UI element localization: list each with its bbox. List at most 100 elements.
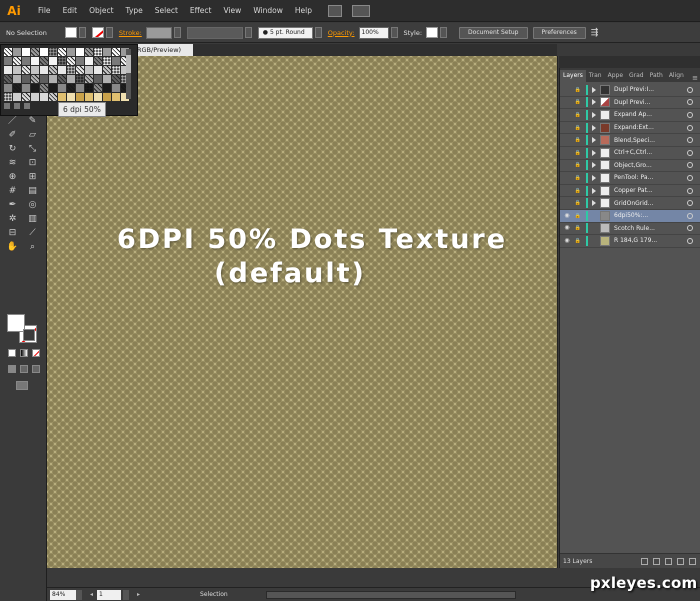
target-circle-icon[interactable]: [687, 99, 693, 106]
expand-triangle-icon[interactable]: [592, 137, 596, 144]
stroke-dropdown[interactable]: [105, 27, 113, 38]
swatch-item[interactable]: [31, 75, 39, 83]
layer-row[interactable]: 🔒 PenTool: Pa...: [560, 172, 700, 185]
swatch-item[interactable]: [49, 57, 57, 65]
expand-triangle-icon[interactable]: [592, 149, 596, 156]
swatch-item[interactable]: [22, 75, 30, 83]
width-tool-icon[interactable]: ≋: [6, 158, 19, 169]
lock-icon[interactable]: 🔒: [574, 224, 582, 232]
zoom-field[interactable]: 84%: [50, 589, 76, 600]
rotate-tool-icon[interactable]: ↻: [6, 144, 19, 155]
swatch-item[interactable]: [22, 93, 30, 101]
trash-icon[interactable]: [689, 557, 696, 565]
swatch-item[interactable]: [49, 75, 57, 83]
menu-type[interactable]: Type: [120, 0, 149, 22]
perspective-grid-tool-icon[interactable]: ⊞: [26, 172, 39, 183]
swatch-item[interactable]: [4, 75, 12, 83]
swatch-item[interactable]: [13, 93, 21, 101]
stroke-weight-field[interactable]: [145, 26, 172, 39]
swatch-item[interactable]: [40, 57, 48, 65]
lock-icon[interactable]: 🔒: [574, 124, 582, 132]
layer-row[interactable]: 🔒 Blend,Speci...: [560, 134, 700, 147]
expand-triangle-icon[interactable]: [592, 124, 596, 131]
swatch-item[interactable]: [76, 57, 84, 65]
document-tab[interactable]: RGB/Preview): [133, 44, 193, 56]
expand-triangle-icon[interactable]: [592, 86, 596, 93]
artboard-number-field[interactable]: 1: [97, 589, 122, 600]
swatch-item[interactable]: [40, 75, 48, 83]
swatch-item[interactable]: [22, 66, 30, 74]
swatch-item[interactable]: [40, 66, 48, 74]
visibility-eye-icon[interactable]: [563, 86, 571, 94]
lock-icon[interactable]: 🔒: [574, 98, 582, 106]
target-circle-icon[interactable]: [687, 137, 693, 144]
color-icon[interactable]: [8, 349, 16, 357]
swatch-item[interactable]: [4, 57, 12, 65]
layer-row[interactable]: 🔒 Dupl Previ:I...: [560, 84, 700, 97]
target-circle-icon[interactable]: [687, 225, 693, 232]
swatch-item[interactable]: [67, 48, 75, 56]
swatch-item[interactable]: [13, 75, 21, 83]
expand-triangle-icon[interactable]: [592, 213, 596, 219]
expand-triangle-icon[interactable]: [592, 99, 596, 106]
fill-dropdown[interactable]: [78, 27, 86, 38]
visibility-eye-icon[interactable]: ◉: [563, 212, 571, 220]
layer-row[interactable]: 🔒 Dupl Previ...: [560, 97, 700, 110]
stroke-label[interactable]: Stroke:: [119, 29, 142, 37]
swatch-item[interactable]: [22, 48, 30, 56]
swatch-item[interactable]: [67, 57, 75, 65]
target-circle-icon[interactable]: [687, 237, 693, 244]
swatch-item[interactable]: [94, 48, 102, 56]
swatch-prev-icon[interactable]: [14, 103, 20, 109]
menu-window[interactable]: Window: [247, 0, 289, 22]
slice-tool-icon[interactable]: ⟋: [26, 228, 39, 239]
paintbrush-tool-icon[interactable]: ／: [6, 116, 19, 127]
swatch-item[interactable]: [85, 84, 93, 92]
swatch-item[interactable]: [4, 48, 12, 56]
zoom-tool-icon[interactable]: ⌕: [26, 242, 39, 253]
style-dropdown[interactable]: [440, 27, 448, 38]
hand-tool-icon[interactable]: ✋: [6, 242, 19, 253]
artboard-tool-icon[interactable]: ⊟: [6, 228, 19, 239]
swatch-item[interactable]: [94, 93, 102, 101]
swatch-item[interactable]: [49, 93, 57, 101]
expand-triangle-icon[interactable]: [592, 200, 596, 207]
gradient-icon[interactable]: [20, 349, 28, 357]
artboard-canvas[interactable]: 6DPI 50% Dots Texture (default): [47, 56, 557, 568]
swatch-item[interactable]: [58, 93, 66, 101]
swatch-item[interactable]: [94, 66, 102, 74]
menu-help[interactable]: Help: [289, 0, 318, 22]
eyedropper-tool-icon[interactable]: ✒: [6, 200, 19, 211]
visibility-eye-icon[interactable]: [563, 98, 571, 106]
lock-icon[interactable]: 🔒: [574, 237, 582, 245]
layer-row[interactable]: ◉ 🔒 R 184,G 179...: [560, 235, 700, 248]
lock-icon[interactable]: 🔒: [574, 199, 582, 207]
tab-layers[interactable]: Layers: [560, 70, 586, 82]
target-circle-icon[interactable]: [687, 187, 693, 194]
layer-row[interactable]: 🔒 Object,Gro...: [560, 160, 700, 173]
tab-gradient[interactable]: Grad: [626, 70, 647, 82]
first-artboard-icon[interactable]: ◂: [90, 591, 93, 598]
lock-icon[interactable]: 🔒: [574, 86, 582, 94]
swatch-item[interactable]: [58, 84, 66, 92]
tab-appearance[interactable]: Appe: [605, 70, 626, 82]
swatch-item[interactable]: [85, 48, 93, 56]
swatch-item[interactable]: [31, 66, 39, 74]
layer-row[interactable]: ◉ 🔒 6dpi50%:...: [560, 209, 700, 223]
menu-edit[interactable]: Edit: [57, 0, 84, 22]
visibility-eye-icon[interactable]: [563, 149, 571, 157]
clipping-mask-icon[interactable]: [653, 557, 660, 565]
menu-view[interactable]: View: [218, 0, 248, 22]
swatch-item[interactable]: [49, 66, 57, 74]
stroke-weight-dropdown[interactable]: [173, 27, 181, 38]
blob-brush-tool-icon[interactable]: ✐: [6, 130, 19, 141]
none-icon[interactable]: [32, 349, 40, 357]
visibility-eye-icon[interactable]: [563, 124, 571, 132]
swatch-item[interactable]: [76, 75, 84, 83]
lock-icon[interactable]: 🔒: [574, 111, 582, 119]
fill-swatch[interactable]: [64, 27, 77, 38]
swatch-item[interactable]: [22, 84, 30, 92]
expand-triangle-icon[interactable]: [592, 162, 596, 169]
swatch-item[interactable]: [58, 57, 66, 65]
swatch-item[interactable]: [76, 84, 84, 92]
